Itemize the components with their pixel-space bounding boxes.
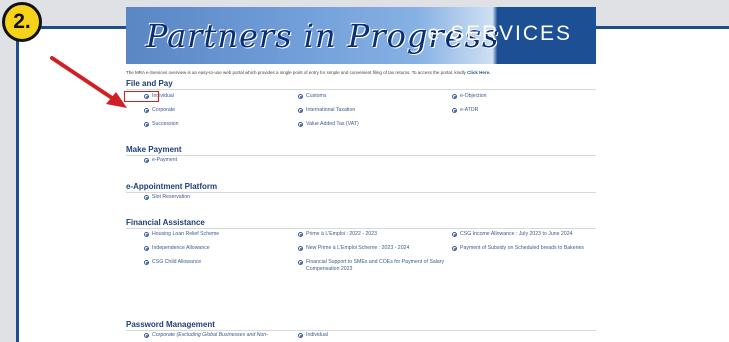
radio-icon	[298, 232, 303, 237]
section-title-file-pay: File and Pay	[126, 79, 173, 88]
option-e-payment[interactable]: e-Payment	[144, 157, 177, 164]
option-label: International Taxation	[306, 107, 356, 113]
option-label: Financial Support to SMEs and COEs for P…	[306, 259, 445, 272]
step-badge: 2.	[2, 2, 42, 42]
option-subsidy-breads[interactable]: Payment of Subsidy on Scheduled breads t…	[452, 245, 592, 252]
option-corporate[interactable]: Corporate	[144, 107, 175, 114]
radio-icon	[298, 333, 303, 338]
option-label: Slot Reservation	[152, 194, 191, 200]
option-label: Prime à L'Emploi : 2022 - 2023	[306, 231, 378, 237]
divider	[126, 330, 596, 331]
radio-icon	[144, 260, 149, 265]
radio-icon	[144, 232, 149, 237]
section-title-appointment: e-Appointment Platform	[126, 182, 218, 191]
radio-icon	[144, 108, 149, 113]
option-customs[interactable]: Customs	[298, 93, 326, 100]
option-password-individual[interactable]: Individual	[298, 332, 328, 339]
radio-icon	[452, 94, 457, 99]
option-housing-loan[interactable]: Housing Loan Relief Scheme	[144, 231, 219, 238]
option-vat[interactable]: Value Added Tax (VAT)	[298, 121, 359, 128]
divider	[126, 228, 596, 229]
option-independence-allowance[interactable]: Independence Allowance	[144, 245, 210, 252]
click-here-link[interactable]: Click Here.	[467, 70, 490, 75]
option-succession[interactable]: Succession	[144, 121, 179, 128]
intro-body: The MRA e-Services overview is an easy-t…	[126, 70, 468, 75]
option-label: CSG Child Allowance	[152, 259, 202, 265]
option-password-corporate[interactable]: Corporate (Excluding Global Businesses a…	[144, 332, 268, 339]
radio-icon	[298, 94, 303, 99]
option-new-prime-emploi[interactable]: New Prime à L'Emploi Scheme : 2023 - 202…	[298, 245, 409, 252]
option-label: e-Payment	[152, 157, 178, 163]
radio-icon	[144, 195, 149, 200]
option-label: e-ATDR	[460, 107, 479, 113]
radio-icon	[298, 122, 303, 127]
option-label: Independence Allowance	[152, 245, 210, 251]
radio-icon	[298, 108, 303, 113]
option-international-taxation[interactable]: International Taxation	[298, 107, 355, 114]
radio-icon	[452, 108, 457, 113]
option-label: Corporate	[152, 107, 176, 113]
divider	[126, 89, 596, 90]
option-financial-support-smes[interactable]: Financial Support to SMEs and COEs for P…	[298, 259, 448, 273]
radio-icon	[144, 246, 149, 251]
option-label: Housing Loan Relief Scheme	[152, 231, 220, 237]
banner-eservices: e-SERVICES	[427, 22, 572, 45]
radio-icon	[298, 246, 303, 251]
option-csg-income-allowance[interactable]: CSG Income Allowance : July 2023 to June…	[452, 231, 572, 238]
divider	[126, 192, 596, 193]
radio-icon	[144, 158, 149, 163]
eservices-banner: Partners in Progress e-SERVICES	[126, 7, 596, 64]
option-prime-emploi[interactable]: Prime à L'Emploi : 2022 - 2023	[298, 231, 377, 238]
option-label: Customs	[306, 93, 327, 99]
option-label: e-Objection	[460, 93, 487, 99]
option-label: New Prime à L'Emploi Scheme : 2023 - 202…	[306, 245, 410, 251]
option-label: Corporate (Excluding Global Businesses a…	[152, 332, 268, 338]
option-slot-reservation[interactable]: Slot Reservation	[144, 194, 190, 201]
section-title-make-payment: Make Payment	[126, 145, 182, 154]
option-label: Value Added Tax (VAT)	[306, 121, 359, 127]
option-e-atdr[interactable]: e-ATDR	[452, 107, 478, 114]
option-csg-child-allowance[interactable]: CSG Child Allowance	[144, 259, 201, 266]
option-e-objection[interactable]: e-Objection	[452, 93, 487, 100]
option-label: Payment of Subsidy on Scheduled breads t…	[460, 245, 584, 251]
radio-icon	[452, 246, 457, 251]
radio-icon	[298, 260, 303, 265]
individual-highlight-box	[124, 91, 159, 102]
radio-icon	[144, 122, 149, 127]
option-label: CSG Income Allowance : July 2023 to June…	[460, 231, 573, 237]
section-title-password: Password Management	[126, 320, 215, 329]
option-label: Individual	[306, 332, 328, 338]
radio-icon	[144, 333, 149, 338]
option-label: Succession	[152, 121, 179, 127]
divider	[126, 155, 596, 156]
section-title-financial: Financial Assistance	[126, 218, 205, 227]
radio-icon	[452, 232, 457, 237]
intro-text: The MRA e-Services overview is an easy-t…	[126, 70, 596, 75]
